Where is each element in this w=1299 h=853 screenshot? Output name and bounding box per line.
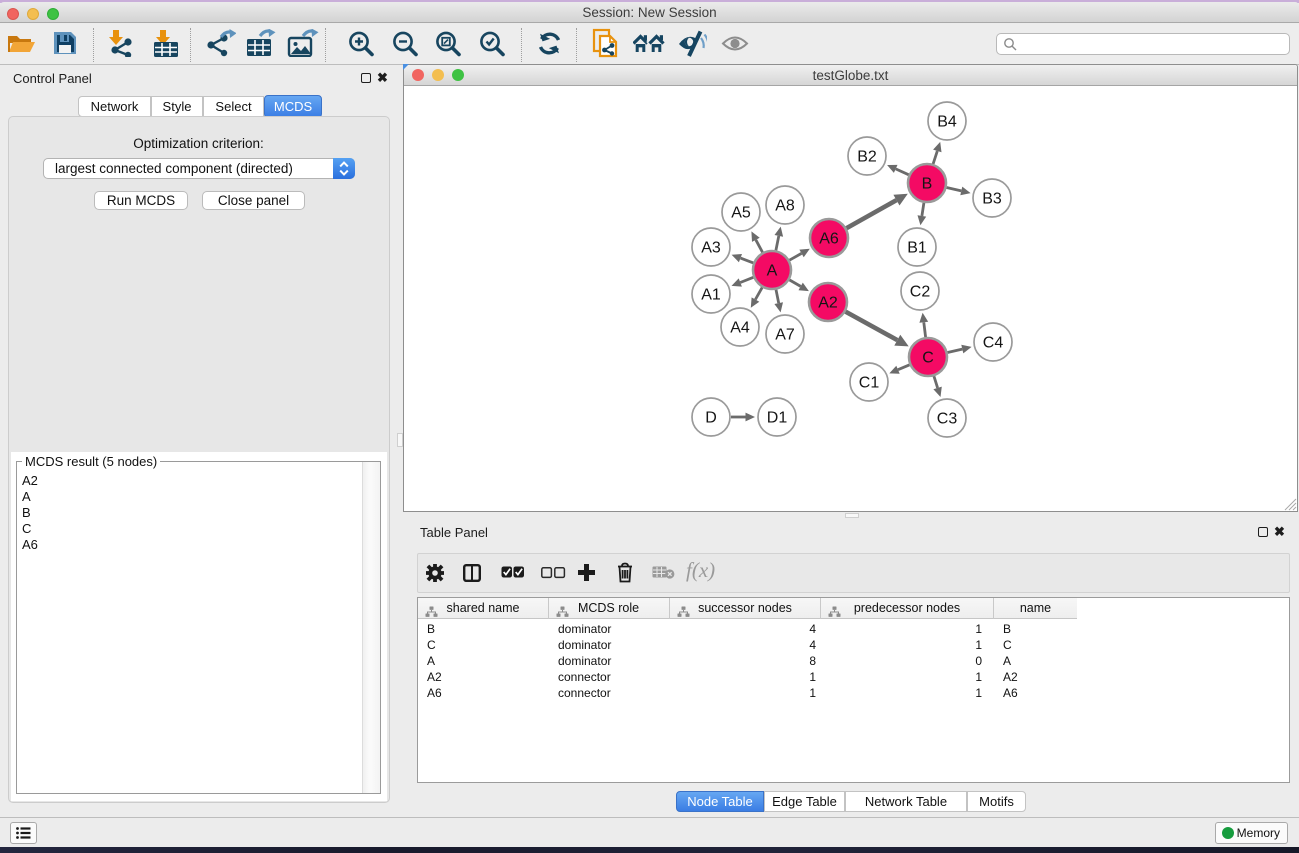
svg-text:C4: C4 — [983, 335, 1004, 352]
svg-text:C3: C3 — [937, 411, 958, 428]
svg-text:B4: B4 — [937, 114, 957, 131]
svg-text:A: A — [767, 263, 778, 280]
svg-text:A8: A8 — [775, 198, 795, 215]
svg-text:B1: B1 — [907, 240, 927, 257]
svg-text:B2: B2 — [857, 149, 877, 166]
svg-text:C: C — [922, 350, 934, 367]
svg-text:B3: B3 — [982, 191, 1002, 208]
svg-text:C2: C2 — [910, 284, 931, 301]
svg-text:A5: A5 — [731, 205, 751, 222]
svg-text:D1: D1 — [767, 410, 788, 427]
svg-text:A7: A7 — [775, 327, 795, 344]
svg-text:C1: C1 — [859, 375, 880, 392]
svg-text:A6: A6 — [819, 231, 839, 248]
svg-text:B: B — [922, 176, 933, 193]
svg-text:A3: A3 — [701, 240, 721, 257]
svg-text:A1: A1 — [701, 287, 721, 304]
svg-text:A2: A2 — [818, 295, 838, 312]
svg-text:D: D — [705, 410, 717, 427]
svg-text:A4: A4 — [730, 320, 750, 337]
